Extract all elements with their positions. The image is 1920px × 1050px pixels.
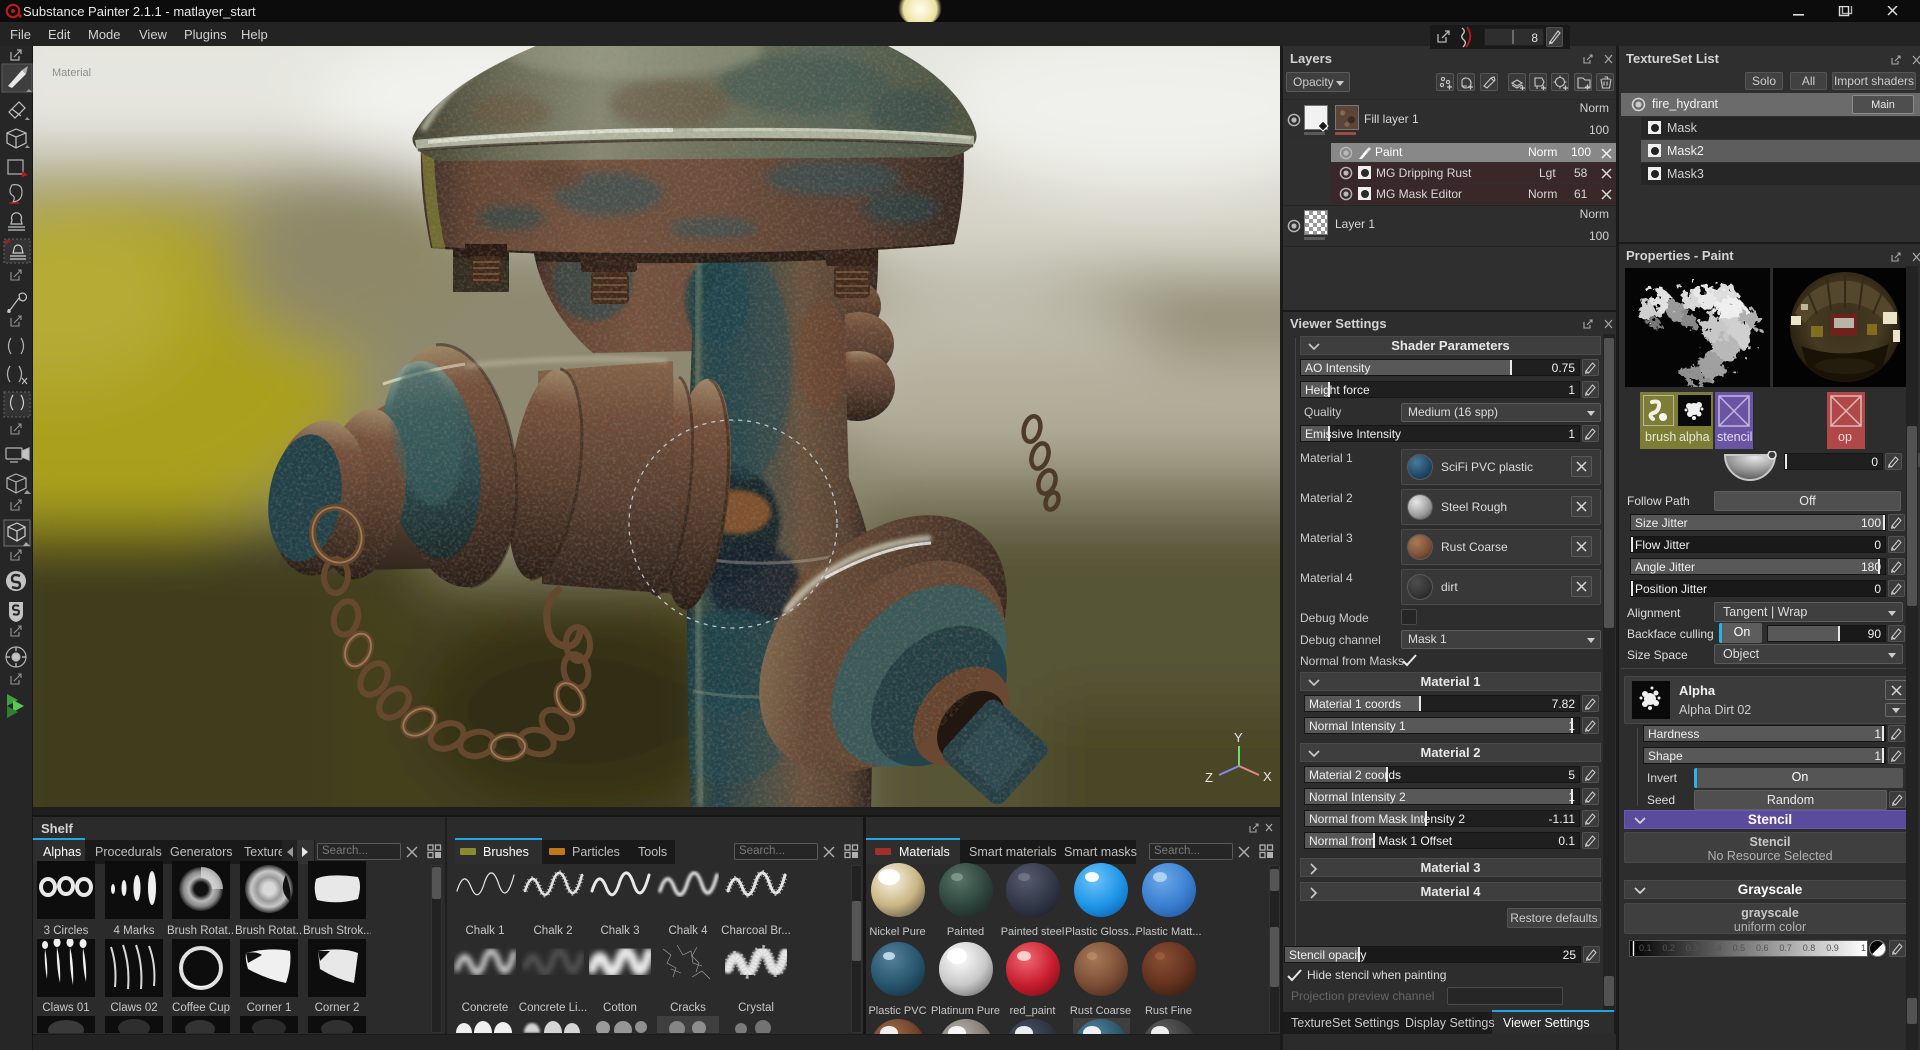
svg-text:Z: Z xyxy=(1205,770,1213,785)
svg-text:X: X xyxy=(1263,769,1272,784)
svg-text:Y: Y xyxy=(1234,730,1243,745)
svg-text:Material: Material xyxy=(52,67,91,79)
